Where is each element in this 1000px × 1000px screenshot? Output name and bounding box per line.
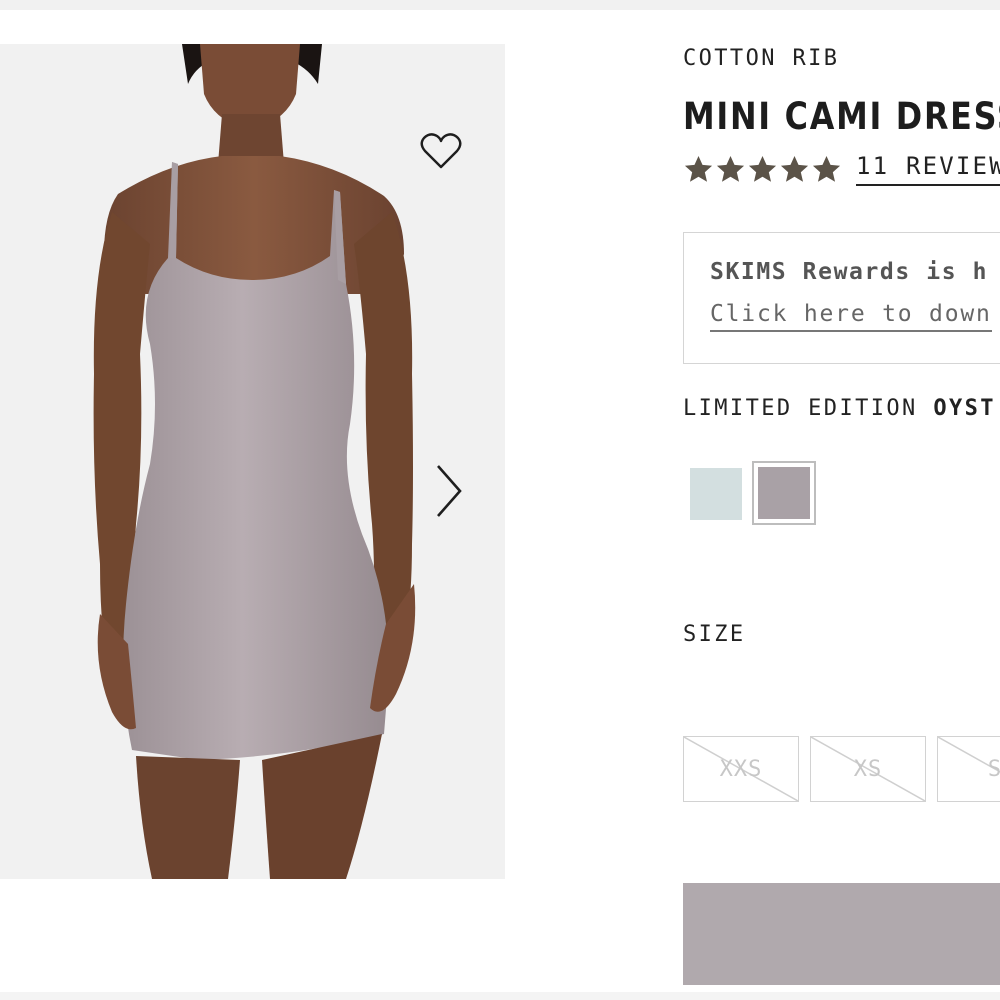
bottom-bar	[0, 992, 1000, 1000]
star-icon	[748, 155, 777, 182]
star-icon	[812, 155, 841, 182]
add-to-bag-button[interactable]	[683, 883, 1000, 985]
color-label-prefix: LIMITED EDITION	[683, 396, 918, 421]
color-label: LIMITED EDITION OYST	[683, 396, 996, 421]
color-swatch-oyster[interactable]	[752, 461, 816, 525]
next-image-button[interactable]	[426, 460, 472, 522]
selected-color-name: OYST	[933, 396, 996, 421]
rewards-text: SKIMS Rewards is h	[710, 259, 989, 285]
chevron-right-icon	[437, 465, 462, 517]
product-title: MINI CAMI DRESS	[683, 95, 1000, 138]
color-swatch-light-blue[interactable]	[690, 468, 742, 520]
product-info-panel: COTTON RIB MINI CAMI DRESS 11 REVIEW SKI…	[683, 0, 1000, 1000]
size-option-label: S	[988, 757, 1000, 782]
size-option-label: XS	[853, 756, 883, 782]
size-option-s[interactable]: S	[937, 736, 1000, 802]
product-rating: 11 REVIEW	[683, 152, 1000, 186]
rewards-banner: SKIMS Rewards is h Click here to down	[683, 232, 1000, 364]
rewards-download-link[interactable]: Click here to down	[710, 301, 992, 332]
heart-outline-icon	[420, 133, 462, 169]
product-image-gallery[interactable]	[0, 44, 505, 879]
size-option-xxs[interactable]: XXS	[683, 736, 799, 802]
star-icon	[716, 155, 745, 182]
color-swatch-oyster-fill	[758, 467, 810, 519]
size-option-xs[interactable]: XS	[810, 736, 926, 802]
size-label: SIZE	[683, 622, 746, 647]
collection-name: COTTON RIB	[683, 46, 840, 71]
wishlist-button[interactable]	[418, 128, 464, 174]
star-rating	[683, 154, 842, 185]
size-option-label: XXS	[719, 756, 763, 782]
product-page: COTTON RIB MINI CAMI DRESS 11 REVIEW SKI…	[0, 0, 1000, 1000]
star-icon	[780, 155, 809, 182]
star-icon	[684, 155, 713, 182]
reviews-link[interactable]: 11 REVIEW	[856, 152, 1000, 186]
